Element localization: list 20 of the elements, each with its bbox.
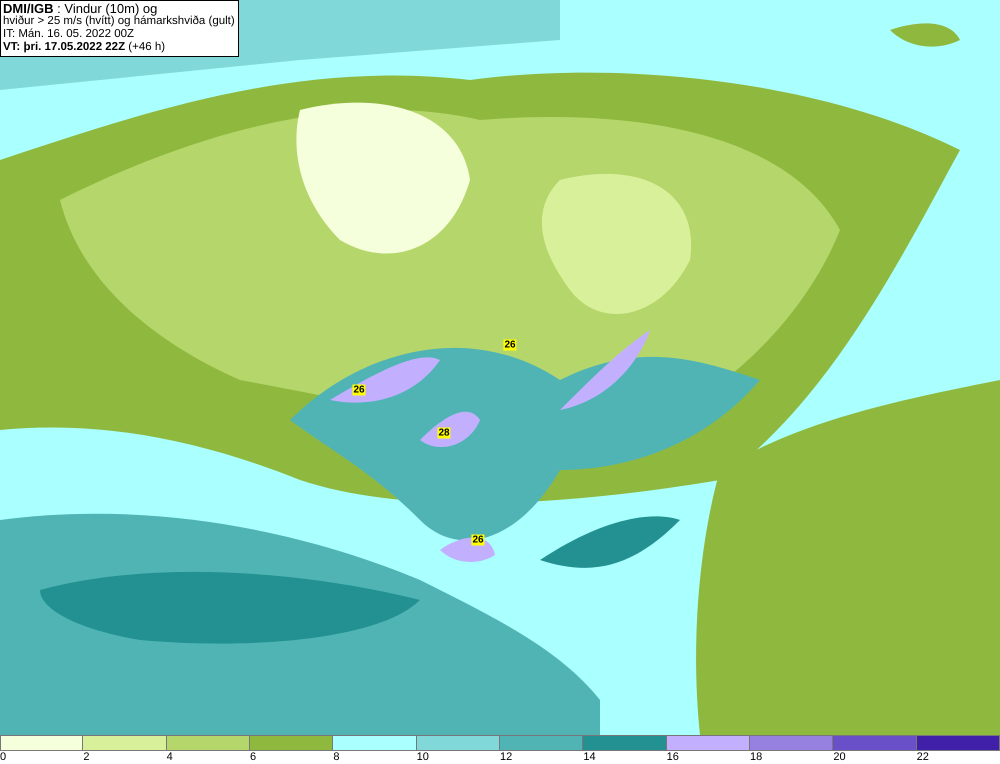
legend-tick: 22 <box>916 751 929 764</box>
gust-label: 26 <box>471 534 485 546</box>
title-line: hviður > 25 m/s (hvítt) og hámarkshviða (gult) <box>3 15 235 28</box>
legend-tick: 6 <box>250 751 256 764</box>
title-line: IT: Mán. 16. 05. 2022 00Z <box>3 28 136 41</box>
gust-label: 28 <box>437 428 451 438</box>
legend-tick: 18 <box>750 751 762 764</box>
legend-tick: 0 <box>0 751 6 764</box>
legend-tick: 4 <box>166 751 173 764</box>
legend-tick: 8 <box>333 751 340 764</box>
gust-label: 26 <box>503 340 517 350</box>
legend-tick: 10 <box>416 751 429 764</box>
legend-tick: 2 <box>83 751 90 764</box>
title-line: DMI/IGB : Vindur (10m) og <box>3 2 158 15</box>
legend-tick: 12 <box>500 751 512 764</box>
gust-label: 26 <box>352 384 366 396</box>
legend-tick: 14 <box>583 751 596 764</box>
legend-tick: 16 <box>666 751 679 764</box>
title-line: VT: þri. 17.05.2022 22Z (+46 h) <box>3 41 166 54</box>
legend-tick: 20 <box>833 751 846 764</box>
